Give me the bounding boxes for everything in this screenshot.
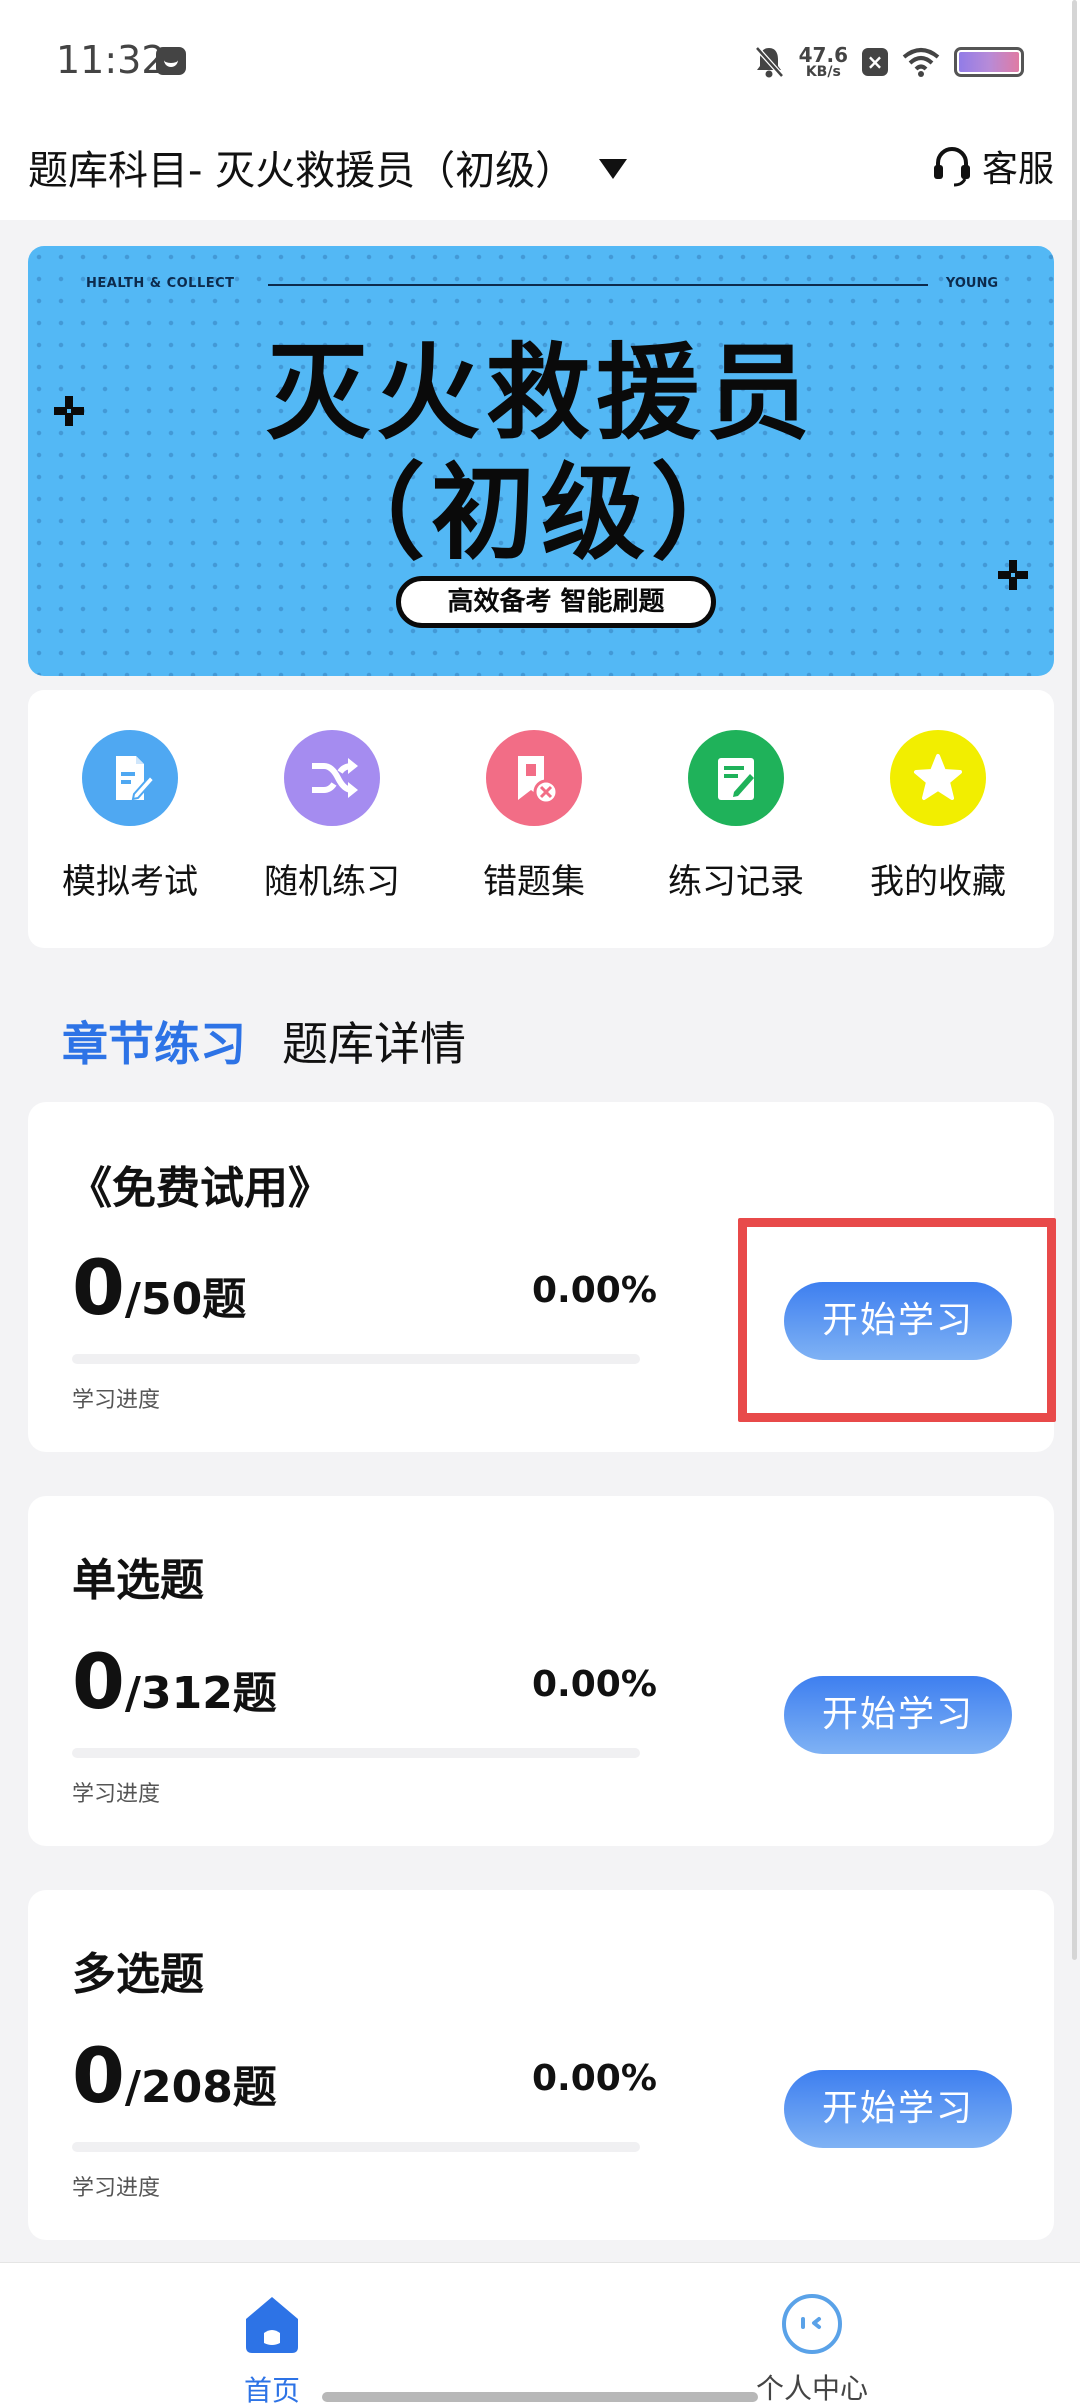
- chapter-percent: 0.00%: [532, 1664, 657, 1705]
- progress-label: 学习进度: [72, 2176, 161, 2201]
- banner-tagline: 高效备考 智能刷题: [396, 576, 716, 628]
- caret-down-icon: [599, 159, 628, 179]
- document-edit-icon: [82, 730, 178, 826]
- message-icon: [156, 47, 186, 75]
- net-speed-value: 47.6: [798, 43, 848, 67]
- tab-bank-details[interactable]: 题库详情: [282, 1008, 466, 1074]
- status-bar: 11:32 47.6 KB/s ×: [0, 0, 1080, 124]
- tab-chapter-practice[interactable]: 章节练习: [62, 1008, 246, 1074]
- chapter-percent: 0.00%: [532, 1270, 657, 1311]
- subject-selector[interactable]: 题库科目- 灭火救援员（初级）: [28, 138, 628, 196]
- progress-bar: [72, 1354, 640, 1364]
- chapter-total: /50题: [124, 1274, 247, 1325]
- gesture-bar[interactable]: [322, 2392, 758, 2402]
- headset-icon: [933, 147, 970, 187]
- net-speed: 47.6 KB/s: [799, 45, 848, 79]
- wifi-icon: [902, 48, 940, 77]
- chapter-title: 多选题: [72, 1949, 204, 2000]
- home-icon: [246, 2297, 298, 2353]
- quick-menu: 模拟考试 随机练习 错题集 练习记录 我的收藏: [28, 690, 1054, 948]
- progress-bar: [72, 2142, 640, 2152]
- quick-item-label: 模拟考试: [62, 862, 198, 902]
- start-study-button[interactable]: 开始学习: [784, 1282, 1012, 1360]
- banner-divider: [268, 284, 928, 286]
- nav-home-label: 首页: [243, 2374, 300, 2407]
- header: 题库科目- 灭火救援员（初级） 客服: [0, 124, 1080, 220]
- profile-face-icon: [782, 2294, 842, 2354]
- quick-item-label: 随机练习: [264, 862, 400, 902]
- star-icon: [890, 730, 986, 826]
- net-speed-unit: KB/s: [805, 64, 841, 80]
- battery-icon: [954, 47, 1024, 77]
- tab-bar: 章节练习 题库详情: [62, 1008, 466, 1074]
- progress-label: 学习进度: [72, 1388, 161, 1413]
- chapter-card: 单选题 0 /312题 0.00% 学习进度 开始学习: [28, 1496, 1054, 1846]
- chapter-done-count: 0: [72, 1243, 125, 1332]
- banner-top-right-text: YOUNG: [945, 276, 998, 291]
- sparkle-icon: [54, 396, 84, 426]
- start-study-button[interactable]: 开始学习: [784, 1676, 1012, 1754]
- close-box-icon: ×: [862, 48, 888, 76]
- shuffle-icon: [284, 730, 380, 826]
- note-edit-icon: [688, 730, 784, 826]
- chapter-card: 《免费试用》 0 /50题 0.00% 学习进度 开始学习: [28, 1102, 1054, 1452]
- quick-item-random-practice[interactable]: 随机练习: [232, 730, 432, 903]
- quick-item-label: 我的收藏: [870, 862, 1006, 902]
- quick-item-label: 练习记录: [668, 862, 804, 902]
- chapter-total: /208题: [124, 2062, 277, 2113]
- chapter-title: 《免费试用》: [68, 1163, 332, 1214]
- chapter-done-count: 0: [72, 2031, 125, 2120]
- quick-item-favorites[interactable]: 我的收藏: [838, 730, 1038, 903]
- chapter-title: 单选题: [72, 1555, 204, 1606]
- bookmark-error-icon: [486, 730, 582, 826]
- promo-banner[interactable]: HEALTH & COLLECT YOUNG 灭火救援员 （初级） 高效备考 智…: [28, 246, 1054, 676]
- banner-top-left-text: HEALTH & COLLECT: [86, 276, 235, 291]
- nav-profile[interactable]: 个人中心: [712, 2287, 912, 2407]
- customer-service-label: 客服: [981, 149, 1054, 190]
- chapter-count: 0 /50题: [72, 1250, 246, 1327]
- quick-item-label: 错题集: [483, 862, 585, 902]
- progress-bar: [72, 1748, 640, 1758]
- progress-label: 学习进度: [72, 1782, 161, 1807]
- sparkle-icon: [998, 560, 1028, 590]
- chapter-count: 0 /312题: [72, 1644, 277, 1721]
- quick-item-practice-record[interactable]: 练习记录: [636, 730, 836, 903]
- chapter-count: 0 /208题: [72, 2038, 277, 2115]
- status-icons: 47.6 KB/s ×: [753, 42, 1024, 82]
- quick-item-mock-exam[interactable]: 模拟考试: [30, 730, 230, 903]
- nav-home[interactable]: 首页: [172, 2287, 372, 2408]
- start-study-button[interactable]: 开始学习: [784, 2070, 1012, 2148]
- subject-title: 题库科目- 灭火救援员（初级）: [28, 148, 576, 194]
- chapter-percent: 0.00%: [532, 2058, 657, 2099]
- banner-title-line2: （初级）: [320, 452, 761, 574]
- customer-service-button[interactable]: 客服: [932, 140, 1054, 192]
- chapter-total: /312题: [124, 1668, 277, 1719]
- status-time: 11:32: [56, 38, 166, 82]
- chapter-card: 多选题 0 /208题 0.00% 学习进度 开始学习: [28, 1890, 1054, 2240]
- scrollbar[interactable]: [1072, 0, 1077, 1960]
- bottom-nav: 首页 个人中心: [0, 2262, 1080, 2408]
- quick-item-wrong-questions[interactable]: 错题集: [434, 730, 634, 903]
- bell-off-icon: [754, 46, 784, 78]
- chapter-done-count: 0: [72, 1637, 125, 1726]
